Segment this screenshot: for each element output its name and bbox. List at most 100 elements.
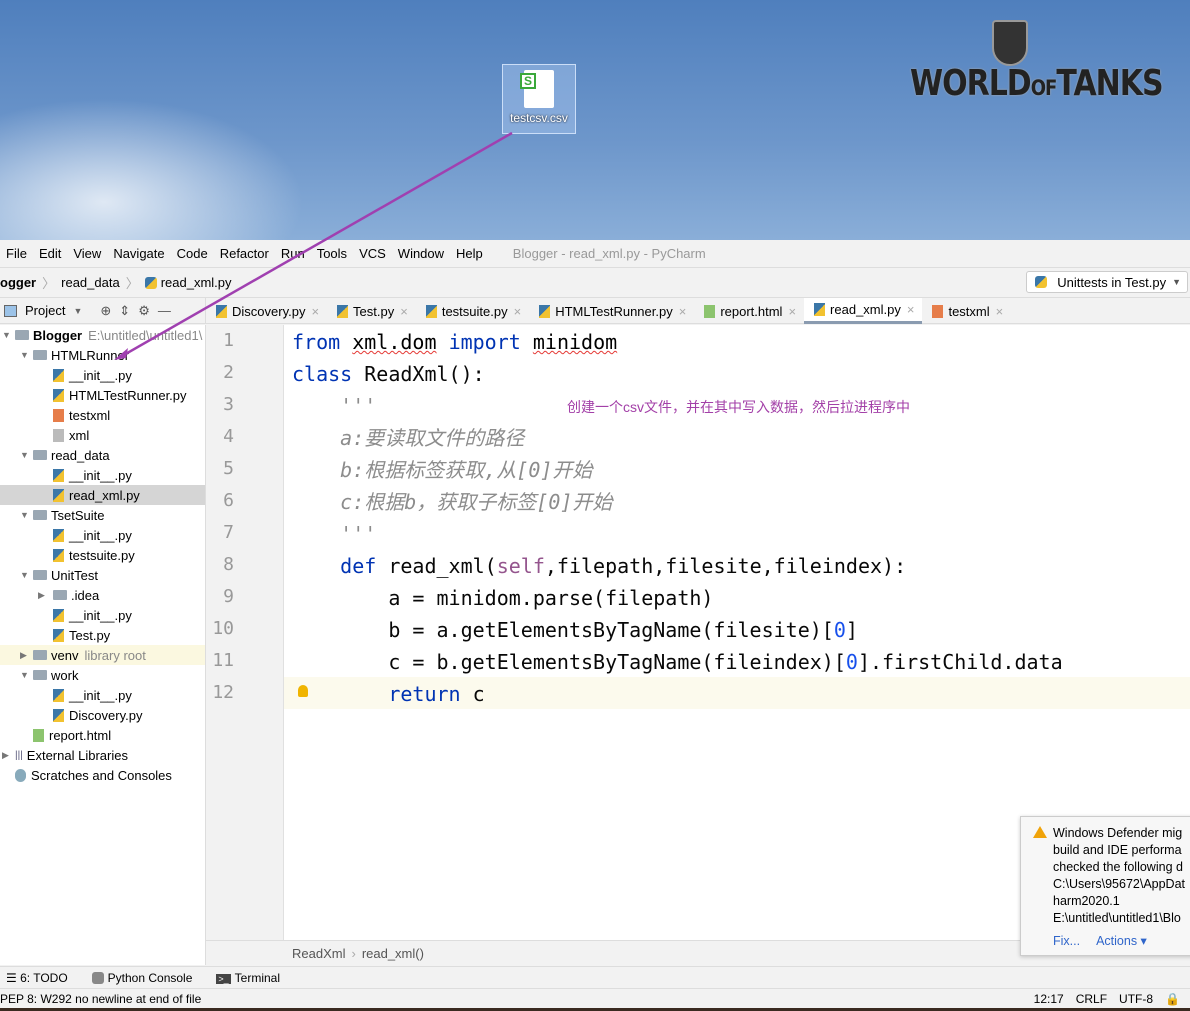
close-icon[interactable]: × — [907, 302, 915, 317]
tree-item[interactable]: testxml — [0, 405, 205, 425]
menu-navigate[interactable]: Navigate — [113, 246, 164, 261]
caret-position[interactable]: 12:17 — [1034, 992, 1064, 1006]
chevron-down-icon[interactable]: ▼ — [2, 330, 11, 340]
code-line[interactable]: ''' — [292, 390, 376, 422]
code-line[interactable]: class ReadXml(): — [292, 358, 485, 390]
tree-item[interactable]: ▼ TsetSuite — [0, 505, 205, 525]
close-icon[interactable]: × — [514, 304, 522, 319]
breadcrumb-file[interactable]: read_xml.py — [161, 275, 232, 290]
tree-item[interactable]: __init__.py — [0, 685, 205, 705]
terminal-button[interactable]: >_ Terminal — [216, 971, 280, 985]
lock-icon[interactable]: 🔒 — [1165, 992, 1180, 1006]
fix-link[interactable]: Fix... — [1053, 933, 1080, 950]
menu-vcs[interactable]: VCS — [359, 246, 386, 261]
hide-icon[interactable]: — — [158, 303, 171, 318]
chevron-down-icon[interactable]: ▼ — [20, 450, 29, 460]
tab-testxml[interactable]: testxml × — [922, 298, 1011, 324]
tab-testsuite-py[interactable]: testsuite.py × — [416, 298, 529, 324]
menu-code[interactable]: Code — [177, 246, 208, 261]
tree-item[interactable]: report.html — [0, 725, 205, 745]
code-line[interactable]: c:根据b，获取子标签[0]开始 — [292, 486, 612, 518]
tree-item[interactable]: ▶ venv library root — [0, 645, 205, 665]
py-file-icon — [425, 304, 437, 318]
close-icon[interactable]: × — [996, 304, 1004, 319]
tree-item[interactable]: __init__.py — [0, 525, 205, 545]
line-number: 7 — [223, 522, 234, 543]
menu-window[interactable]: Window — [398, 246, 444, 261]
chevron-right-icon[interactable]: ▶ — [2, 750, 9, 761]
tree-item[interactable]: __init__.py — [0, 365, 205, 385]
code-line[interactable]: def read_xml(self,filepath,filesite,file… — [292, 550, 906, 582]
chevron-right-icon[interactable]: ▶ — [20, 650, 27, 661]
code-line[interactable]: c = b.getElementsByTagName(fileindex)[0]… — [292, 646, 1062, 678]
chevron-down-icon[interactable]: ▼ — [20, 670, 29, 680]
tree-item[interactable]: HTMLTestRunner.py — [0, 385, 205, 405]
breadcrumb-folder[interactable]: read_data — [61, 275, 120, 290]
tree-item[interactable]: testsuite.py — [0, 545, 205, 565]
crumb-method[interactable]: read_xml() — [362, 946, 424, 961]
code-line[interactable]: a = minidom.parse(filepath) — [292, 582, 713, 614]
code-token: c — [460, 682, 485, 706]
tree-item[interactable]: ▶ .idea — [0, 585, 205, 605]
tree-item[interactable]: __init__.py — [0, 605, 205, 625]
tree-item[interactable]: Test.py — [0, 625, 205, 645]
code-line[interactable]: a:要读取文件的路径 — [292, 422, 524, 454]
chevron-down-icon[interactable]: ▼ — [20, 350, 29, 360]
tree-item[interactable]: ▼ read_data — [0, 445, 205, 465]
collapse-all-icon[interactable]: ⇕ — [119, 303, 130, 319]
actions-link[interactable]: Actions ▾ — [1096, 933, 1147, 950]
tree-item[interactable]: Discovery.py — [0, 705, 205, 725]
desktop-file-testcsv[interactable]: S testcsv.csv — [502, 64, 576, 134]
locate-icon[interactable]: ⊕ — [100, 303, 111, 319]
code-line[interactable]: b:根据标签获取,从[0]开始 — [292, 454, 592, 486]
tree-item[interactable]: xml — [0, 425, 205, 445]
tab-test-py[interactable]: Test.py × — [327, 298, 416, 324]
crumb-class[interactable]: ReadXml — [292, 946, 345, 961]
python-console-button[interactable]: Python Console — [91, 971, 192, 985]
run-configuration-select[interactable]: Unittests in Test.py ▼ — [1026, 271, 1188, 293]
tree-item[interactable]: ▼ Blogger E:\untitled\untitled1\ — [0, 325, 205, 345]
file-encoding[interactable]: UTF-8 — [1119, 992, 1153, 1006]
code-line[interactable]: from xml.dom import minidom — [292, 326, 617, 358]
menu-view[interactable]: View — [73, 246, 101, 261]
chevron-down-icon[interactable]: ▼ — [20, 570, 29, 580]
code-token: a = minidom.parse(filepath) — [292, 586, 714, 610]
html-file-icon — [704, 304, 716, 318]
breadcrumb-project[interactable]: ogger — [0, 275, 36, 290]
run-config-label: Unittests in Test.py — [1057, 274, 1167, 290]
tree-item[interactable]: ▼ HTMLRunner — [0, 345, 205, 365]
menu-edit[interactable]: Edit — [39, 246, 61, 261]
code-line[interactable]: b = a.getElementsByTagName(filesite)[0] — [292, 614, 858, 646]
chevron-right-icon[interactable]: ▶ — [38, 590, 45, 601]
tree-item[interactable]: ▼ UnitTest — [0, 565, 205, 585]
tree-item[interactable]: ▶ ||| External Libraries — [0, 745, 205, 765]
close-icon[interactable]: × — [788, 304, 796, 319]
menu-help[interactable]: Help — [456, 246, 483, 261]
todo-button[interactable]: ☰ 6: TODO — [6, 971, 68, 985]
menu-run[interactable]: Run — [281, 246, 305, 261]
menu-file[interactable]: File — [6, 246, 27, 261]
tab-discovery-py[interactable]: Discovery.py × — [206, 298, 327, 324]
tab-htmltestrunner-py[interactable]: HTMLTestRunner.py × — [529, 298, 694, 324]
project-view-select[interactable]: Project — [25, 303, 65, 318]
tab-read_xml-py[interactable]: read_xml.py × — [804, 298, 923, 324]
chevron-down-icon[interactable]: ▼ — [20, 510, 29, 520]
tree-item[interactable]: __init__.py — [0, 465, 205, 485]
tree-item[interactable]: ▼ work — [0, 665, 205, 685]
menu-tools[interactable]: Tools — [317, 246, 347, 261]
code-line[interactable]: return c — [292, 678, 485, 710]
close-icon[interactable]: × — [400, 304, 408, 319]
notification-line: C:\Users\95672\AppDat — [1053, 877, 1186, 891]
line-separator[interactable]: CRLF — [1076, 992, 1107, 1006]
tree-item[interactable]: Scratches and Consoles — [0, 765, 205, 785]
chevron-down-icon[interactable]: ▼ — [73, 306, 82, 316]
gear-icon[interactable]: ⚙ — [138, 303, 150, 319]
project-panel-header: Project ▼ ⊕ ⇕ ⚙ — — [0, 298, 206, 323]
tab-report-html[interactable]: report.html × — [694, 298, 804, 324]
menu-refactor[interactable]: Refactor — [220, 246, 269, 261]
close-icon[interactable]: × — [679, 304, 687, 319]
close-icon[interactable]: × — [311, 304, 319, 319]
code-line[interactable]: ''' — [292, 518, 376, 550]
tree-item[interactable]: read_xml.py — [0, 485, 205, 505]
